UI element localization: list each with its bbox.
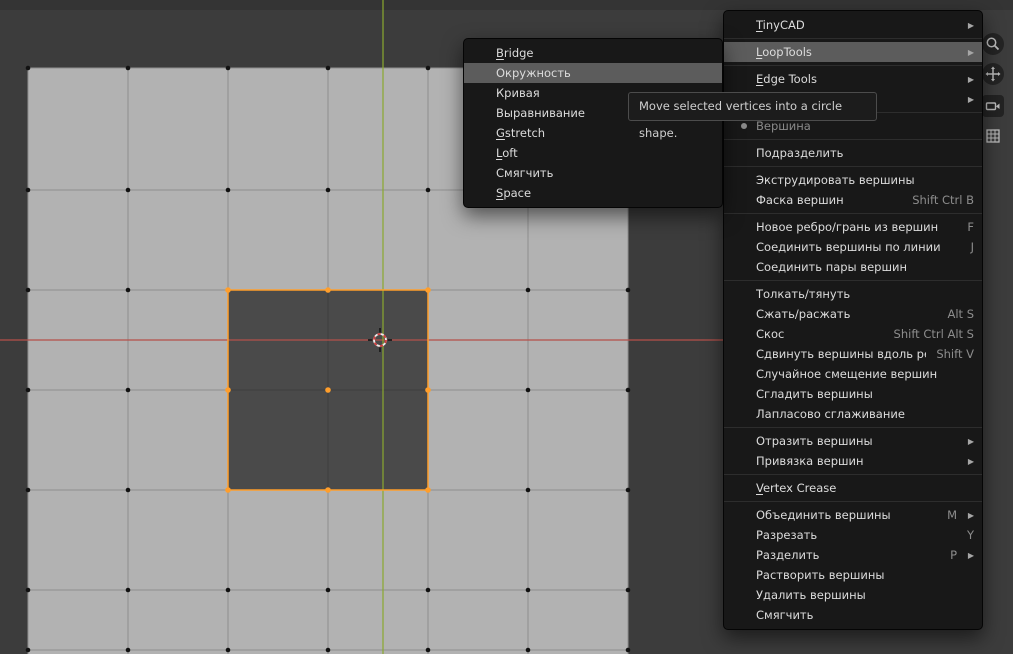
menu-item-shortcut: Alt S — [947, 307, 974, 321]
menu-separator — [724, 498, 982, 505]
menu-item-label: Соединить вершины по линии — [756, 240, 961, 254]
menu-item-shortcut: Shift Ctrl Alt S — [894, 327, 974, 341]
menu-item-shortcut: M — [947, 508, 957, 522]
menu-item-label: TinyCAD — [756, 18, 957, 32]
menu-item-label: Скос — [756, 327, 884, 341]
submenu-arrow-icon: ▶ — [965, 21, 974, 30]
camera-icon[interactable] — [982, 95, 1004, 117]
menu-item-label: Gstretch — [496, 126, 714, 140]
context-menu-item-31[interactable]: Объединить вершины M ▶ — [724, 505, 982, 525]
menu-item-label: Объединить вершины — [756, 508, 937, 522]
tooltip: Move selected vertices into a circle sha… — [628, 92, 877, 121]
menu-separator — [724, 62, 982, 69]
menu-separator — [724, 210, 982, 217]
menu-item-label: Растворить вершины — [756, 568, 974, 582]
context-menu-item-29[interactable]: Vertex Crease — [724, 478, 982, 498]
menu-item-label: Loft — [496, 146, 714, 160]
submenu-arrow-icon: ▶ — [965, 75, 974, 84]
submenu-arrow-icon: ▶ — [965, 95, 974, 104]
context-menu-item-22[interactable]: Случайное смещение вершин — [724, 364, 982, 384]
menu-separator — [724, 136, 982, 143]
menu-item-label: Привязка вершин — [756, 454, 957, 468]
context-menu-item-21[interactable]: Сдвинуть вершины вдоль ребер Shift V — [724, 344, 982, 364]
context-menu-item-14[interactable]: Новое ребро/грань из вершин F — [724, 217, 982, 237]
menu-item-label: Фаска вершин — [756, 193, 902, 207]
context-menu-item-24[interactable]: Лапласово сглаживание — [724, 404, 982, 424]
context-menu-item-16[interactable]: Соединить пары вершин — [724, 257, 982, 277]
looptools-item-5[interactable]: Loft — [464, 143, 722, 163]
context-menu-item-34[interactable]: Растворить вершины — [724, 565, 982, 585]
menu-item-shortcut: Y — [967, 528, 974, 542]
submenu-arrow-icon: ▶ — [965, 48, 974, 57]
context-menu-item-2[interactable]: LoopTools ▶ — [724, 42, 982, 62]
context-menu-item-11[interactable]: Экструдировать вершины — [724, 170, 982, 190]
context-menu-item-18[interactable]: Толкать/тянуть — [724, 284, 982, 304]
grid-view-icon[interactable] — [982, 125, 1004, 147]
menu-item-shortcut: F — [967, 220, 974, 234]
context-menu-item-32[interactable]: Разрезать Y — [724, 525, 982, 545]
vertex-icon — [738, 120, 750, 132]
menu-separator — [724, 35, 982, 42]
context-menu-item-36[interactable]: Смягчить — [724, 605, 982, 625]
zoom-icon[interactable] — [982, 33, 1004, 55]
menu-item-label: Vertex Crease — [756, 481, 974, 495]
context-menu-item-12[interactable]: Фаска вершин Shift Ctrl B — [724, 190, 982, 210]
menu-item-label: Разрезать — [756, 528, 957, 542]
move-hand-icon[interactable] — [982, 63, 1004, 85]
context-menu-item-4[interactable]: Edge Tools ▶ — [724, 69, 982, 89]
menu-item-label: Bridge — [496, 46, 714, 60]
menu-item-label: Соединить пары вершин — [756, 260, 974, 274]
menu-item-label: Экструдировать вершины — [756, 173, 974, 187]
menu-separator — [724, 163, 982, 170]
context-menu-item-35[interactable]: Удалить вершины — [724, 585, 982, 605]
menu-item-label: Сжать/расжать — [756, 307, 937, 321]
menu-item-label: Новое ребро/грань из вершин — [756, 220, 957, 234]
menu-item-label: Сдвинуть вершины вдоль ребер — [756, 347, 926, 361]
menu-item-label: Толкать/тянуть — [756, 287, 974, 301]
menu-item-label: Edge Tools — [756, 72, 957, 86]
context-menu-item-20[interactable]: Скос Shift Ctrl Alt S — [724, 324, 982, 344]
menu-item-label: Удалить вершины — [756, 588, 974, 602]
looptools-item-0[interactable]: Bridge — [464, 43, 722, 63]
context-menu-item-0[interactable]: TinyCAD ▶ — [724, 15, 982, 35]
context-menu-item-19[interactable]: Сжать/расжать Alt S — [724, 304, 982, 324]
menu-item-label: Лапласово сглаживание — [756, 407, 974, 421]
menu-item-shortcut: Shift V — [936, 347, 974, 361]
looptools-item-1[interactable]: Окружность — [464, 63, 722, 83]
submenu-arrow-icon: ▶ — [965, 457, 974, 466]
menu-item-shortcut: Shift Ctrl B — [912, 193, 974, 207]
menu-item-label: LoopTools — [756, 45, 957, 59]
menu-item-label: Смягчить — [756, 608, 974, 622]
menu-item-shortcut: P — [950, 548, 957, 562]
looptools-item-6[interactable]: Смягчить — [464, 163, 722, 183]
looptools-item-7[interactable]: Space — [464, 183, 722, 203]
submenu-arrow-icon: ▶ — [965, 437, 974, 446]
menu-separator — [724, 277, 982, 284]
menu-item-shortcut: J — [971, 240, 974, 254]
looptools-submenu: BridgeОкружностьКриваяВыравниваниеGstret… — [463, 38, 723, 208]
menu-item-label: Подразделить — [756, 146, 974, 160]
context-menu-item-26[interactable]: Отразить вершины ▶ — [724, 431, 982, 451]
menu-item-label: Смягчить — [496, 166, 714, 180]
menu-item-label: Разделить — [756, 548, 940, 562]
submenu-arrow-icon: ▶ — [965, 511, 974, 520]
submenu-arrow-icon: ▶ — [965, 551, 974, 560]
menu-item-label: Сгладить вершины — [756, 387, 974, 401]
context-menu-item-23[interactable]: Сгладить вершины — [724, 384, 982, 404]
menu-item-label: Случайное смещение вершин — [756, 367, 974, 381]
looptools-item-4[interactable]: Gstretch — [464, 123, 722, 143]
menu-item-label: Отразить вершины — [756, 434, 957, 448]
context-menu-item-33[interactable]: Разделить P ▶ — [724, 545, 982, 565]
menu-item-label: Вершина — [756, 119, 974, 133]
menu-separator — [724, 471, 982, 478]
context-menu-item-9[interactable]: Подразделить — [724, 143, 982, 163]
context-menu-item-27[interactable]: Привязка вершин ▶ — [724, 451, 982, 471]
menu-item-label: Space — [496, 186, 714, 200]
top-strip — [0, 0, 1013, 10]
menu-item-label: Окружность — [496, 66, 714, 80]
context-menu-item-15[interactable]: Соединить вершины по линии J — [724, 237, 982, 257]
menu-separator — [724, 424, 982, 431]
